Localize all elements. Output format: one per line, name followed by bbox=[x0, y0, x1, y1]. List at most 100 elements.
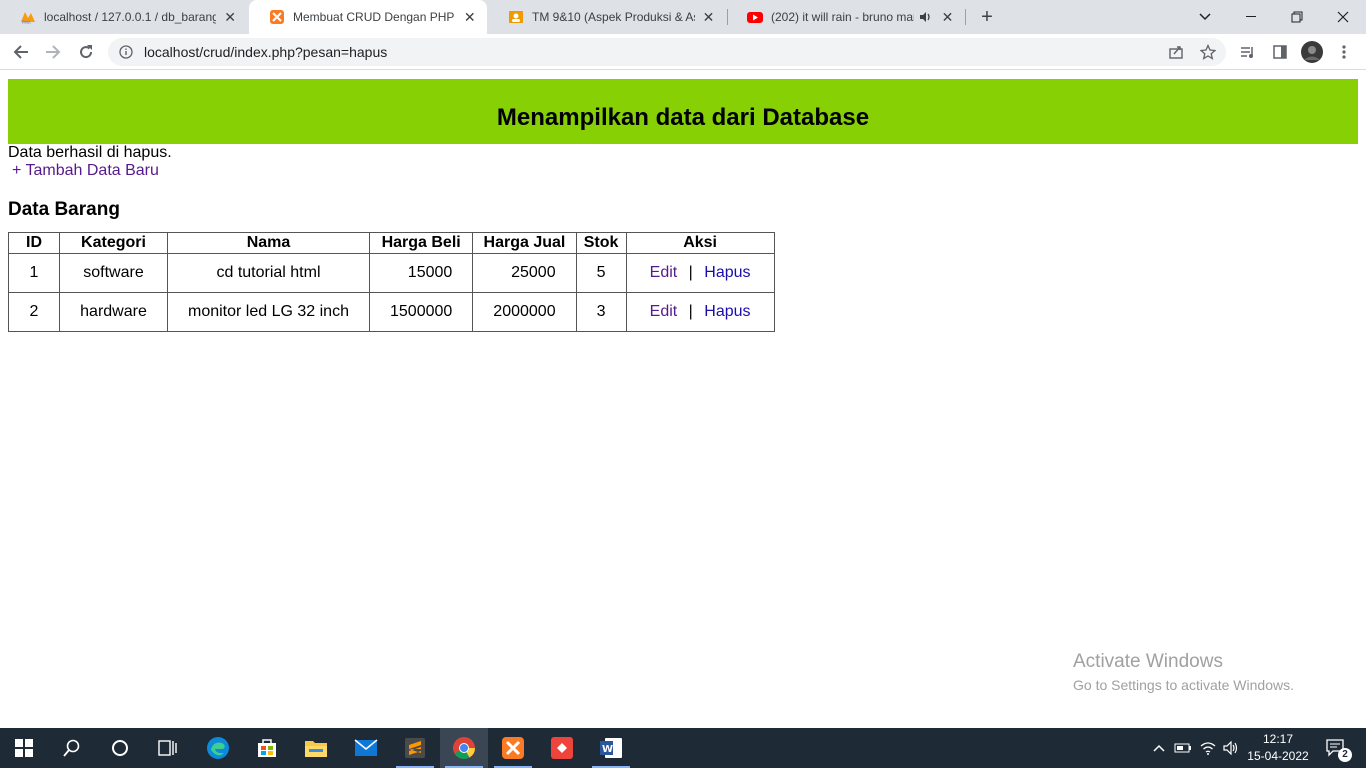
volume-button[interactable] bbox=[1220, 728, 1242, 768]
kebab-menu-icon bbox=[1342, 45, 1346, 59]
file-explorer-taskbar-button[interactable] bbox=[292, 728, 340, 768]
menu-button[interactable] bbox=[1332, 40, 1356, 64]
sublime-taskbar-button[interactable] bbox=[391, 728, 439, 768]
status-message: Data berhasil di hapus. bbox=[8, 144, 172, 161]
store-icon bbox=[258, 739, 276, 757]
back-button[interactable] bbox=[9, 40, 33, 64]
mail-taskbar-button[interactable] bbox=[342, 728, 390, 768]
column-header-kategori: Kategori bbox=[59, 232, 168, 254]
address-bar[interactable]: localhost/crud/index.php?pesan=hapus bbox=[108, 38, 1226, 66]
notification-center-button[interactable]: 2 bbox=[1318, 728, 1354, 768]
cell-aksi: Edit | Hapus bbox=[625, 253, 775, 293]
mail-icon bbox=[354, 739, 378, 756]
show-hidden-icons-button[interactable] bbox=[1149, 728, 1169, 768]
classroom-icon bbox=[508, 9, 524, 25]
system-clock[interactable]: 12:17 15-04-2022 bbox=[1246, 731, 1310, 765]
close-icon[interactable]: ✕ bbox=[462, 9, 477, 25]
restore-button[interactable] bbox=[1274, 0, 1320, 34]
xampp-taskbar-button[interactable] bbox=[489, 728, 537, 768]
cell-nama: cd tutorial html bbox=[167, 253, 370, 293]
arrow-right-icon bbox=[46, 45, 61, 59]
new-tab-button[interactable]: + bbox=[975, 5, 999, 29]
info-icon[interactable] bbox=[118, 44, 134, 60]
minimize-button[interactable] bbox=[1228, 0, 1274, 34]
bookmark-button[interactable] bbox=[1196, 40, 1220, 64]
clock-date: 15-04-2022 bbox=[1247, 749, 1309, 763]
avatar-icon bbox=[1301, 41, 1323, 63]
tab-bar: PMA localhost / 127.0.0.1 / db_barang ✕ … bbox=[0, 0, 1366, 34]
tab-classroom[interactable]: TM 9&10 (Aspek Produksi & Asp ✕ bbox=[488, 0, 726, 34]
reload-button[interactable] bbox=[74, 40, 98, 64]
add-data-link[interactable]: + Tambah Data Baru bbox=[12, 162, 159, 180]
network-button[interactable] bbox=[1197, 728, 1219, 768]
tab-search-button[interactable] bbox=[1182, 0, 1228, 34]
delete-link[interactable]: Hapus bbox=[704, 264, 750, 281]
edge-taskbar-button[interactable] bbox=[194, 728, 242, 768]
star-icon bbox=[1200, 44, 1216, 60]
search-button[interactable] bbox=[48, 728, 96, 768]
task-view-icon bbox=[158, 740, 177, 756]
start-button[interactable] bbox=[0, 728, 48, 768]
close-icon bbox=[1337, 11, 1349, 23]
watermark-title: Activate Windows bbox=[1073, 651, 1223, 672]
word-taskbar-button[interactable]: W bbox=[587, 728, 635, 768]
cell-harga-beli: 1500000 bbox=[368, 292, 474, 332]
side-panel-icon bbox=[1273, 45, 1287, 59]
close-window-button[interactable] bbox=[1320, 0, 1366, 34]
svg-text:PMA: PMA bbox=[22, 20, 31, 25]
battery-button[interactable] bbox=[1172, 728, 1194, 768]
windows-taskbar: W 12:17 15-04-2022 2 bbox=[0, 728, 1366, 768]
store-taskbar-button[interactable] bbox=[243, 728, 291, 768]
cell-kategori: hardware bbox=[59, 292, 168, 332]
arrow-left-icon bbox=[13, 45, 28, 59]
share-button[interactable] bbox=[1164, 40, 1188, 64]
anydesk-taskbar-button[interactable] bbox=[538, 728, 586, 768]
close-icon[interactable]: ✕ bbox=[222, 9, 238, 25]
chrome-taskbar-button[interactable] bbox=[440, 728, 488, 768]
cortana-button[interactable] bbox=[96, 728, 144, 768]
data-table: ID Kategori Nama Harga Beli Harga Jual S… bbox=[8, 232, 775, 332]
page-title: Menampilkan data dari Database bbox=[496, 103, 870, 131]
tab-youtube[interactable]: (202) it will rain - bruno mars ✕ bbox=[727, 0, 965, 34]
notification-count-badge: 2 bbox=[1338, 748, 1352, 762]
restore-icon bbox=[1291, 11, 1303, 23]
tab-membuat-crud[interactable]: Membuat CRUD Dengan PHP Da ✕ bbox=[249, 0, 487, 34]
task-view-button[interactable] bbox=[144, 728, 192, 768]
battery-icon bbox=[1174, 743, 1191, 753]
close-icon[interactable]: ✕ bbox=[940, 9, 955, 25]
edit-link[interactable]: Edit bbox=[650, 264, 678, 281]
tab-separator bbox=[965, 9, 966, 25]
activate-windows-watermark: Activate Windows Go to Settings to activ… bbox=[1073, 651, 1294, 693]
audio-playing-icon[interactable] bbox=[918, 9, 934, 25]
chevron-up-icon bbox=[1153, 744, 1165, 752]
clock-time: 12:17 bbox=[1262, 732, 1294, 746]
cell-aksi: Edit | Hapus bbox=[625, 292, 775, 332]
media-control-button[interactable] bbox=[1236, 40, 1260, 64]
page-header: Menampilkan data dari Database bbox=[8, 79, 1358, 144]
edge-icon bbox=[207, 737, 229, 759]
delete-link[interactable]: Hapus bbox=[704, 303, 750, 320]
profile-avatar[interactable] bbox=[1300, 40, 1324, 64]
edit-link[interactable]: Edit bbox=[650, 303, 678, 320]
tab-phpmyadmin[interactable]: PMA localhost / 127.0.0.1 / db_barang ✕ bbox=[0, 0, 248, 34]
cell-nama: monitor led LG 32 inch bbox=[167, 292, 370, 332]
table-header-row: ID Kategori Nama Harga Beli Harga Jual S… bbox=[8, 232, 775, 254]
cell-harga-jual: 25000 bbox=[472, 253, 577, 293]
column-header-stok: Stok bbox=[575, 232, 627, 254]
url-text: localhost/crud/index.php?pesan=hapus bbox=[144, 44, 388, 60]
close-icon[interactable]: ✕ bbox=[701, 9, 716, 25]
folder-icon bbox=[305, 741, 327, 757]
chrome-icon bbox=[453, 737, 475, 759]
side-panel-button[interactable] bbox=[1268, 40, 1292, 64]
forward-button[interactable] bbox=[41, 40, 65, 64]
wifi-icon bbox=[1200, 742, 1216, 755]
column-header-nama: Nama bbox=[167, 232, 370, 254]
youtube-icon bbox=[747, 9, 763, 25]
search-icon bbox=[63, 739, 80, 757]
speaker-icon bbox=[1223, 741, 1238, 755]
share-icon bbox=[1169, 46, 1183, 59]
column-header-aksi: Aksi bbox=[625, 232, 775, 254]
phpmyadmin-icon: PMA bbox=[20, 9, 36, 25]
tab-title: Membuat CRUD Dengan PHP Da bbox=[293, 10, 457, 24]
windows-logo-icon bbox=[15, 739, 33, 757]
